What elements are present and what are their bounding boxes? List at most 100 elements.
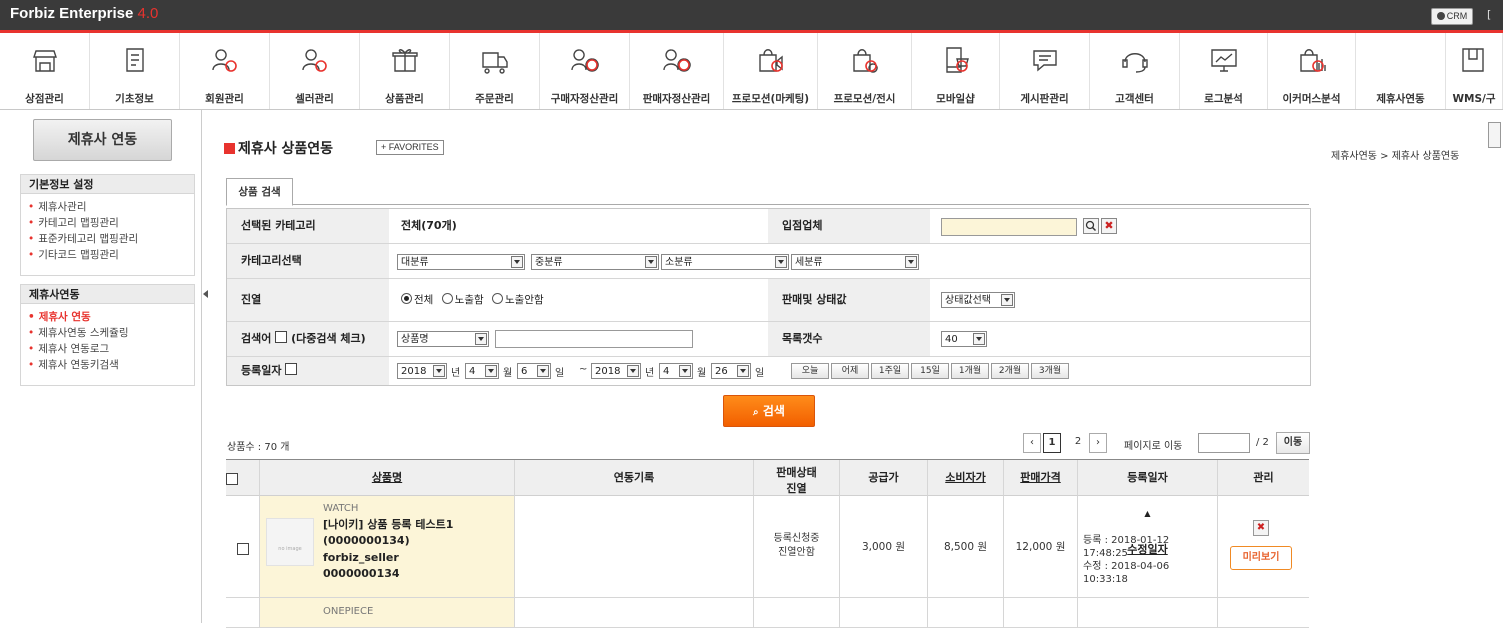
brand-logo[interactable]: Forbiz Enterprise 4.0 xyxy=(10,5,158,22)
date-from-month-select[interactable]: 4 xyxy=(465,363,499,379)
quick-date-yesterday[interactable]: 어제 xyxy=(831,363,869,379)
vendor-input[interactable] xyxy=(941,218,1077,236)
top-right-item[interactable]: [ xyxy=(1487,8,1491,21)
header-sale-price[interactable]: 판매가격 xyxy=(1004,460,1078,496)
sidebar-collapse-icon[interactable] xyxy=(203,290,208,298)
day-unit: 일 xyxy=(755,368,765,379)
status-label: 판매및 상태값 xyxy=(768,279,930,321)
menu-item-label: 게시판관리 xyxy=(1020,93,1069,105)
delete-icon[interactable]: ✖ xyxy=(1253,520,1269,536)
menu-item-16[interactable]: WMS/구 xyxy=(1446,33,1503,109)
seller-won-icon xyxy=(662,49,691,72)
date-from-day-select[interactable]: 6 xyxy=(517,363,551,379)
crm-button[interactable]: CRM xyxy=(1431,8,1473,25)
select-all-checkbox[interactable] xyxy=(226,473,238,485)
status-select[interactable]: 상태값선택 xyxy=(941,292,1015,308)
menu-item-9[interactable]: 프로모션/전시 xyxy=(818,33,912,109)
form-row-date: 등록일자 2018 년 4 월 6 일 ~ 2018 년 4 월 26 일 오늘… xyxy=(227,357,1310,385)
page-title: 제휴사 상품연동 xyxy=(224,138,333,158)
keyword-input[interactable] xyxy=(495,330,693,348)
next-page-icon[interactable]: › xyxy=(1089,433,1107,453)
row-consumer-price xyxy=(928,598,1004,628)
category-large-select[interactable]: 대분류 xyxy=(397,254,525,270)
preview-button[interactable]: 미리보기 xyxy=(1230,546,1292,570)
date-checkbox[interactable] xyxy=(285,363,298,375)
header-supply-price: 공급가 xyxy=(840,460,928,496)
header-product-name[interactable]: 상품명 xyxy=(260,460,515,496)
row-product-cell: no image WATCH [나이키] 상품 등록 테스트1 (0000000… xyxy=(260,496,515,598)
menu-item-label: 프로모션/전시 xyxy=(833,93,896,105)
menu-item-12[interactable]: 고객센터 xyxy=(1090,33,1180,109)
expand-icon[interactable] xyxy=(1488,122,1501,148)
menu-item-11[interactable]: 게시판관리 xyxy=(1000,33,1090,109)
bag-chart-icon xyxy=(1299,49,1326,72)
delivery-truck-icon xyxy=(481,52,508,74)
quick-date-today[interactable]: 오늘 xyxy=(791,363,829,379)
goto-page-button[interactable]: 이동 xyxy=(1276,432,1310,454)
quick-date-2months[interactable]: 2개월 xyxy=(991,363,1029,379)
multi-search-checkbox[interactable] xyxy=(275,331,288,343)
product-name-link[interactable]: [나이키] 상품 등록 테스트1 (0000000134) xyxy=(323,517,509,549)
radio-hidden[interactable] xyxy=(492,293,503,304)
menu-item-label: 셀러관리 xyxy=(295,93,334,105)
menu-item-4[interactable]: 상품관리 xyxy=(360,33,450,109)
menu-item-13[interactable]: 로그분석 xyxy=(1180,33,1268,109)
row-log-cell xyxy=(515,598,754,628)
menu-item-0[interactable]: 상점관리 xyxy=(0,33,90,109)
menu-item-6[interactable]: 구매자정산관리 xyxy=(540,33,630,109)
header-dates[interactable]: 등록일자 ▲ 수정일자 xyxy=(1078,460,1218,556)
category-medium-select[interactable]: 중분류 xyxy=(531,254,659,270)
goto-page-input[interactable] xyxy=(1198,433,1250,453)
menu-item-10[interactable]: 모바일샵 xyxy=(912,33,1000,109)
tab-product-search[interactable]: 상품 검색 xyxy=(226,178,293,206)
menu-item-7[interactable]: 판매자정산관리 xyxy=(630,33,724,109)
menu-item-3[interactable]: 셀러관리 xyxy=(270,33,360,109)
quick-date-3months[interactable]: 3개월 xyxy=(1031,363,1069,379)
form-row-display: 진열 전체 노출함 노출안함 판매및 상태값 상태값선택 xyxy=(227,279,1310,322)
quick-date-15days[interactable]: 15일 xyxy=(911,363,949,379)
year-unit: 년 xyxy=(451,368,461,379)
radio-all[interactable] xyxy=(401,293,412,304)
category-small-select[interactable]: 소분류 xyxy=(661,254,789,270)
product-thumbnail[interactable]: no image xyxy=(266,518,314,566)
product-category: ONEPIECE xyxy=(323,606,374,617)
header-consumer-price[interactable]: 소비자가 xyxy=(928,460,1004,496)
menu-item-1[interactable]: 기초정보 xyxy=(90,33,180,109)
date-from-year-select[interactable]: 2018 xyxy=(397,363,447,379)
product-count: 상품수 : 70 개 xyxy=(227,442,290,453)
quick-date-1week[interactable]: 1주일 xyxy=(871,363,909,379)
message-board-icon xyxy=(1032,50,1057,72)
date-to-year-select[interactable]: 2018 xyxy=(591,363,641,379)
top-bar: Forbiz Enterprise 4.0 CRM [ xyxy=(0,0,1503,33)
favorites-button[interactable]: + FAVORITES xyxy=(376,140,444,155)
menu-item-8[interactable]: 프로모션(마케팅) xyxy=(724,33,818,109)
menu-item-2[interactable]: 회원관리 xyxy=(180,33,270,109)
category-value: 전체(70개) xyxy=(401,219,457,232)
quick-date-1month[interactable]: 1개월 xyxy=(951,363,989,379)
mobile-cart-icon xyxy=(945,47,969,73)
page-2-button[interactable]: 2 xyxy=(1070,433,1086,451)
menu-item-5[interactable]: 주문관리 xyxy=(450,33,540,109)
row-checkbox[interactable] xyxy=(237,543,249,555)
search-button[interactable]: ⌕ 검색 xyxy=(723,395,815,427)
seller-settings-icon xyxy=(301,49,327,72)
search-form: 선택된 카테고리 전체(70개) 입점업체 ✖ 카테고리선택 대분류 중분류 소… xyxy=(226,208,1311,386)
rows-select[interactable]: 40 xyxy=(941,331,987,347)
menu-item-label: 주문관리 xyxy=(475,93,514,105)
menu-item-15[interactable]: 제휴사연동 xyxy=(1356,33,1446,109)
menu-item-label: 로그분석 xyxy=(1204,93,1243,105)
page-1-button[interactable]: 1 xyxy=(1043,433,1061,453)
search-icon[interactable] xyxy=(1083,218,1099,234)
keyword-type-select[interactable]: 상품명 xyxy=(397,331,489,347)
prev-page-icon[interactable]: ‹ xyxy=(1023,433,1041,453)
radio-exposed[interactable] xyxy=(441,293,453,304)
sidebar-title[interactable]: 제휴사 연동 xyxy=(33,119,172,161)
chevron-down-icon xyxy=(485,365,497,377)
category-detail-select[interactable]: 세분류 xyxy=(791,254,919,270)
menu-item-14[interactable]: 이커머스분석 xyxy=(1268,33,1356,109)
chevron-down-icon xyxy=(645,256,657,268)
clear-icon[interactable]: ✖ xyxy=(1101,218,1117,234)
form-row-category: 선택된 카테고리 전체(70개) 입점업체 ✖ xyxy=(227,209,1310,244)
date-to-day-select[interactable]: 26 xyxy=(711,363,751,379)
date-to-month-select[interactable]: 4 xyxy=(659,363,693,379)
